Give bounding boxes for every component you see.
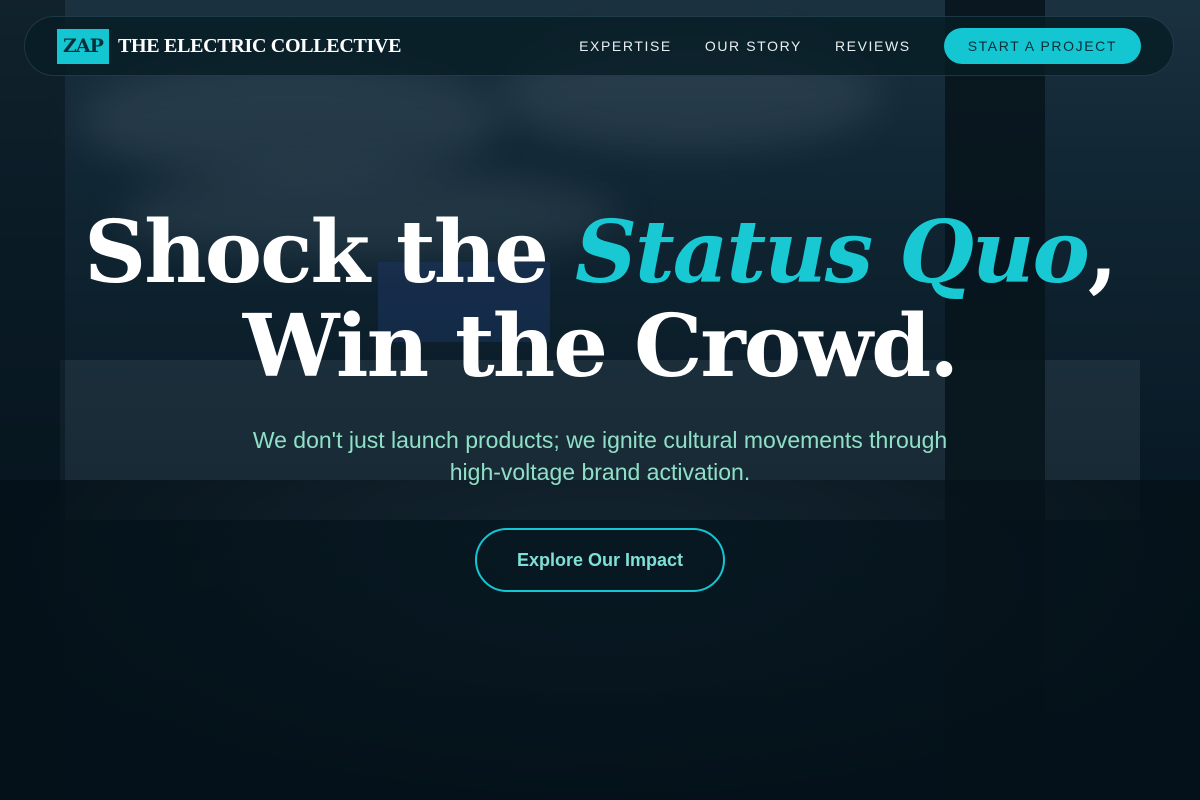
brand-name: THE ELECTRIC COLLECTIVE bbox=[118, 34, 402, 57]
hero-subtitle: We don't just launch products; we ignite… bbox=[252, 427, 948, 485]
nav-links: EXPERTISE OUR STORY REVIEWS START A PROJ… bbox=[579, 28, 1141, 64]
brand-mark: ZAP bbox=[57, 28, 109, 64]
hero-title-part1: Shock the bbox=[84, 202, 575, 303]
explore-impact-button[interactable]: Explore Our Impact bbox=[475, 528, 725, 592]
top-navbar: ZAP THE ELECTRIC COLLECTIVE EXPERTISE OU… bbox=[24, 16, 1174, 76]
nav-link-expertise[interactable]: EXPERTISE bbox=[579, 38, 672, 54]
hero-overlay bbox=[0, 0, 1200, 800]
hero-title-accent: Status Quo bbox=[574, 202, 1090, 303]
hero-title: Shock the Status Quo, Win the Crowd. bbox=[0, 206, 1200, 394]
start-project-button[interactable]: START A PROJECT bbox=[943, 28, 1141, 64]
brand-logo-link[interactable]: ZAP THE ELECTRIC COLLECTIVE bbox=[57, 28, 402, 64]
nav-link-reviews[interactable]: REVIEWS bbox=[835, 38, 911, 54]
hero-title-line2: Win the Crowd. bbox=[242, 296, 959, 397]
nav-link-our-story[interactable]: OUR STORY bbox=[705, 38, 802, 54]
hero-title-part2: , bbox=[1087, 202, 1118, 303]
